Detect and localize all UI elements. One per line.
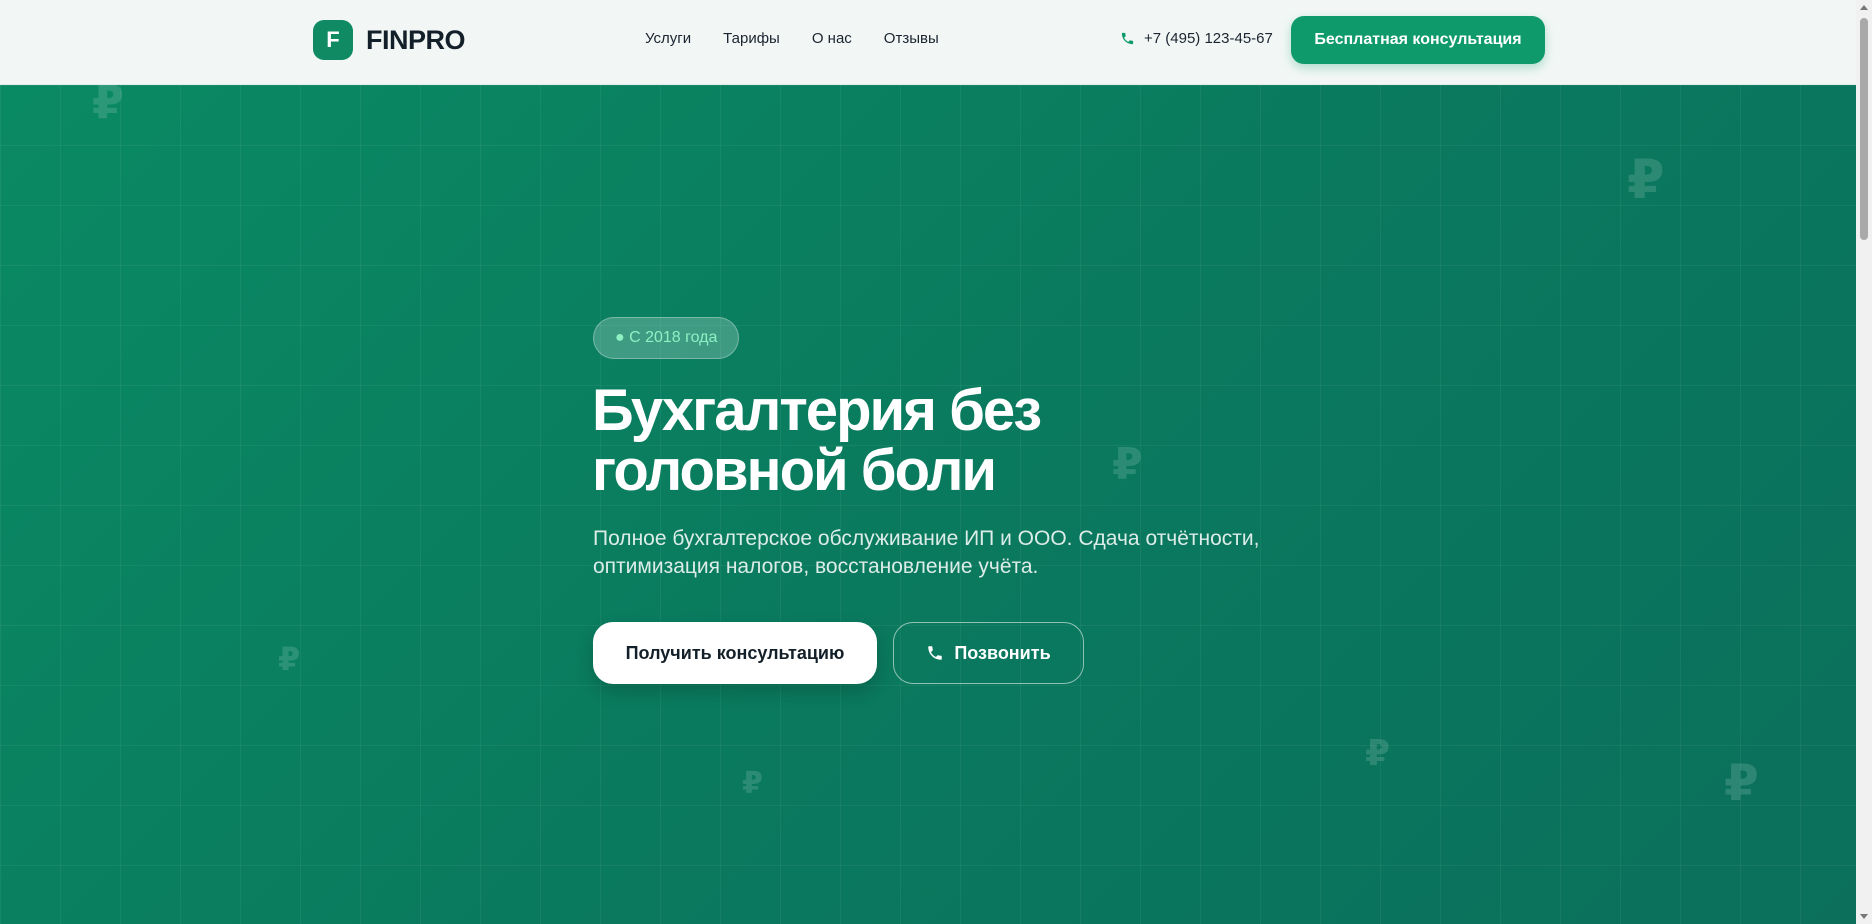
scroll-down-arrow-icon[interactable] <box>1860 914 1868 919</box>
phone-icon <box>928 646 943 660</box>
free-consultation-button[interactable]: Бесплатная консультация <box>1291 16 1545 64</box>
hero-title-line-1: Бухгалтерия без <box>592 378 1042 443</box>
ruble-icon: ₽ <box>1365 733 1391 774</box>
scroll-up-arrow-icon[interactable] <box>1860 5 1868 10</box>
ruble-icon: ₽ <box>92 85 125 129</box>
header-phone-link[interactable]: +7 (495) 123-45-67 <box>1120 30 1273 47</box>
logo[interactable]: F FINPRO <box>313 20 466 60</box>
nav-item-services[interactable]: Услуги <box>645 30 691 47</box>
logo-mark-icon: F <box>313 20 353 60</box>
hero-title-line-2: головной боли <box>592 438 997 503</box>
hero-title: Бухгалтерия без головной боли <box>592 381 1292 501</box>
page-scrollbar[interactable] <box>1856 0 1872 924</box>
nav-item-about[interactable]: О нас <box>812 30 852 47</box>
since-badge: ● С 2018 года <box>593 317 740 359</box>
ruble-icon: ₽ <box>742 766 763 801</box>
nav-item-tariffs[interactable]: Тарифы <box>723 30 780 47</box>
ruble-icon: ₽ <box>1627 148 1665 211</box>
get-consultation-button[interactable]: Получить консультацию <box>593 622 877 684</box>
site-header: F FINPRO Услуги Тарифы О нас Отзывы +7 (… <box>0 0 1856 85</box>
ruble-icon: ₽ <box>1724 754 1759 812</box>
hero-subtitle-line-1: Полное бухгалтерское обслуживание ИП и О… <box>593 527 1260 550</box>
ruble-icon: ₽ <box>278 640 301 678</box>
logo-text: FINPRO <box>366 24 466 55</box>
phone-number: +7 (495) 123-45-67 <box>1144 30 1273 47</box>
phone-icon <box>1121 32 1134 45</box>
hero-section: ₽ ₽ ₽ ₽ ₽ ₽ ₽ ● С 2018 года Бухгалтерия … <box>0 85 1856 924</box>
call-button-label: Позвонить <box>954 642 1051 663</box>
nav-item-reviews[interactable]: Отзывы <box>884 30 939 47</box>
scroll-thumb[interactable] <box>1860 18 1868 240</box>
call-button[interactable]: Позвонить <box>893 622 1084 684</box>
hero-subtitle: Полное бухгалтерское обслуживание ИП и О… <box>593 525 1313 581</box>
main-nav: Услуги Тарифы О нас Отзывы <box>645 30 971 47</box>
hero-subtitle-line-2: оптимизация налогов, восстановление учёт… <box>593 555 1039 578</box>
